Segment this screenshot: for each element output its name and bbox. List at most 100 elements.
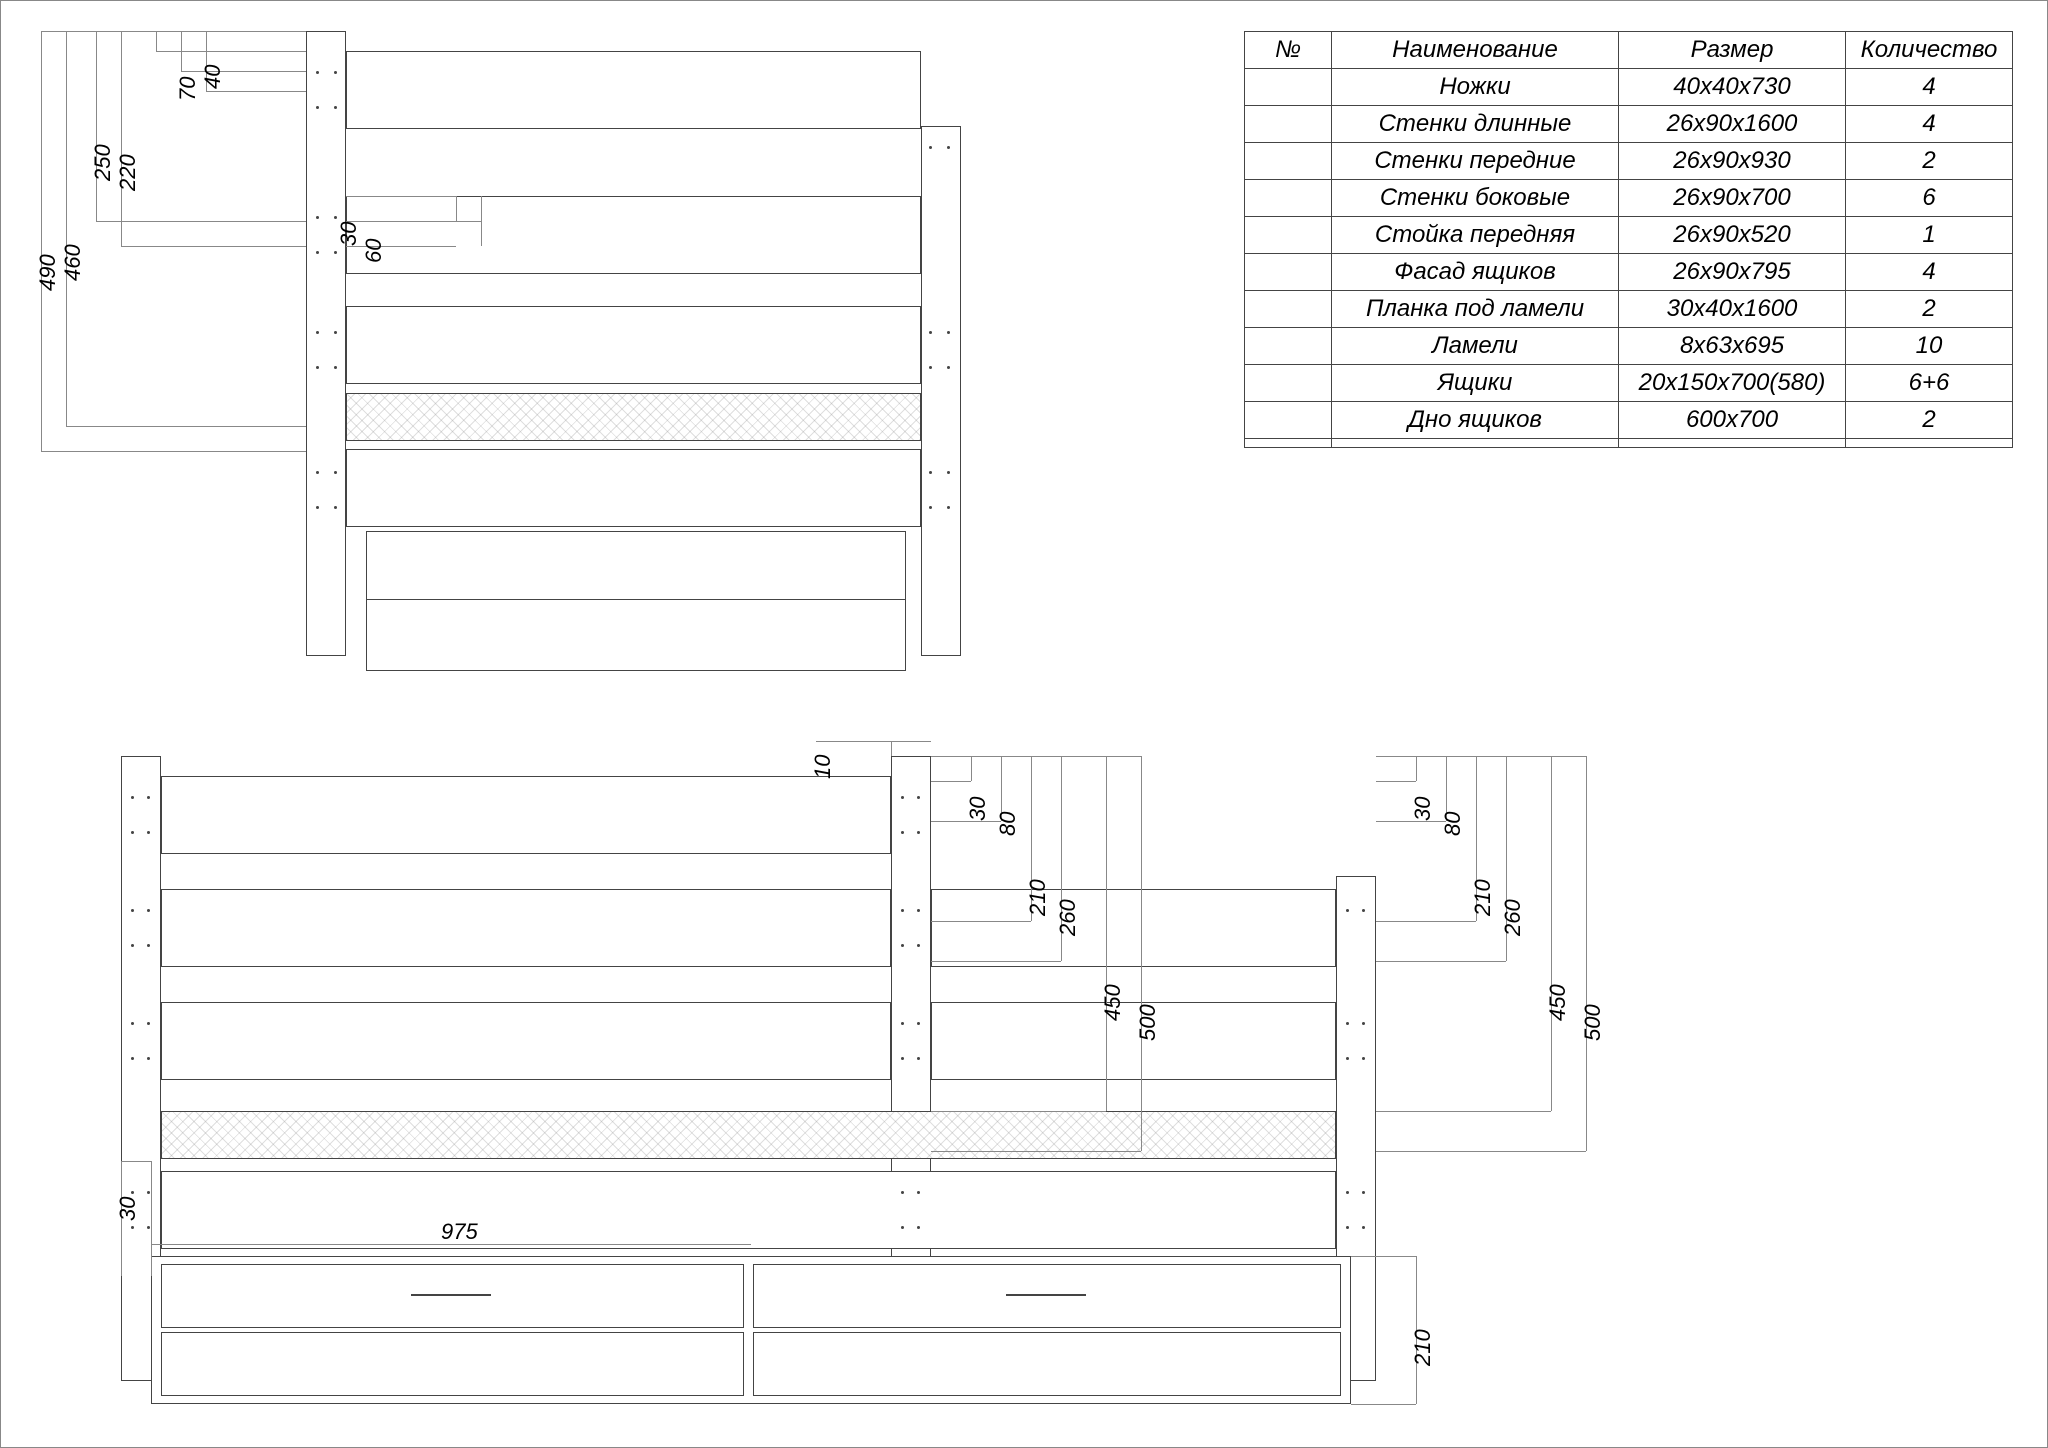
bolt-dot [901,796,904,799]
dim-80a: 80 [995,812,1021,836]
bolt-dot [917,1057,920,1060]
ext [1141,756,1142,1151]
cell-qty: 4 [1846,106,2013,143]
ext [1376,921,1476,922]
cell-num [1245,365,1332,402]
bolt-dot [917,796,920,799]
side-slat-hatch [346,393,921,441]
th-num: № [1245,32,1332,69]
front-view: 10 [121,741,2021,1421]
table-row: Стенки передние26х90х9302 [1245,143,2013,180]
cell-num [1245,69,1332,106]
ext [971,756,972,781]
dim-450b: 450 [1545,984,1571,1021]
table-row: Стенки боковые26х90х7006 [1245,180,2013,217]
ext [931,756,1141,757]
ext [121,31,122,246]
bolt-dot [316,251,319,254]
bolt-dot [316,506,319,509]
bolt-dot [929,506,932,509]
cell-size: 40х40х730 [1619,69,1846,106]
bolt-dot [334,71,337,74]
side-slat-1 [346,51,921,129]
drawer-f1 [161,1264,744,1328]
side-slat-3 [346,306,921,384]
table-row [1245,439,2013,448]
ext [1106,756,1107,1111]
bolt-dot [147,1226,150,1229]
cell-name: Ножки [1332,69,1619,106]
ext [1376,1111,1551,1112]
bolt-dot [901,1057,904,1060]
bolt-dot [901,1191,904,1194]
cell-qty: 2 [1846,291,2013,328]
dim-460: 460 [60,244,86,281]
cell-num [1245,402,1332,439]
bolt-dot [901,909,904,912]
dim-260b: 260 [1500,899,1526,936]
table-row: Ламели8х63х69510 [1245,328,2013,365]
dim-40: 40 [200,65,226,89]
bolt-dot [334,366,337,369]
cell-name: Планка под ламели [1332,291,1619,328]
bolt-dot [1362,1022,1365,1025]
dim-30b: 30 [1410,797,1436,821]
ext [1551,756,1552,1111]
ext [481,196,482,246]
cell-name [1332,439,1619,448]
cell-size: 600х700 [1619,402,1846,439]
bolt-dot [1362,909,1365,912]
bolt-dot [147,1022,150,1025]
side-leg-back [306,31,346,656]
ext [66,31,67,426]
bolt-dot [131,1191,134,1194]
bolt-dot [334,331,337,334]
ext [41,31,306,32]
cell-size: 26х90х1600 [1619,106,1846,143]
cell-qty: 10 [1846,328,2013,365]
cell-name: Дно ящиков [1332,402,1619,439]
ext [1376,1151,1586,1152]
bolt-dot [947,331,950,334]
cell-name: Стенки длинные [1332,106,1619,143]
dim-250: 250 [90,144,116,181]
ext [1351,1404,1416,1405]
cell-num [1245,106,1332,143]
ext [891,741,892,756]
ext [931,1151,1141,1152]
cell-size: 26х90х795 [1619,254,1846,291]
ext [1376,781,1416,782]
bolt-dot [1346,1226,1349,1229]
cell-size: 26х90х520 [1619,217,1846,254]
cell-name: Стойка передняя [1332,217,1619,254]
bolt-dot [1346,909,1349,912]
dim-210a: 210 [1025,879,1051,916]
ext [66,426,306,427]
cell-name: Стенки передние [1332,143,1619,180]
bolt-dot [316,106,319,109]
dim-975: 975 [441,1219,478,1245]
cell-name: Ламели [1332,328,1619,365]
dim-500a: 500 [1135,1004,1161,1041]
cell-size: 30х40х1600 [1619,291,1846,328]
cell-num [1245,143,1332,180]
cell-num [1245,328,1332,365]
bolt-dot [917,1191,920,1194]
bolt-dot [131,796,134,799]
bolt-dot [334,251,337,254]
bolt-dot [901,944,904,947]
ext [931,961,1061,962]
bolt-dot [131,831,134,834]
dim-30a: 30 [965,797,991,821]
bolt-dot [1362,1226,1365,1229]
dim-30c: 30 [115,1197,141,1221]
ext [206,91,306,92]
bolt-dot [131,944,134,947]
side-slat-4 [346,449,921,527]
dim-60: 60 [361,239,387,263]
cell-size: 20х150х700(580) [1619,365,1846,402]
bolt-dot [316,216,319,219]
bolt-dot [929,366,932,369]
bolt-dot [316,366,319,369]
drawing-sheet: № Наименование Размер Количество Ножки40… [0,0,2048,1448]
